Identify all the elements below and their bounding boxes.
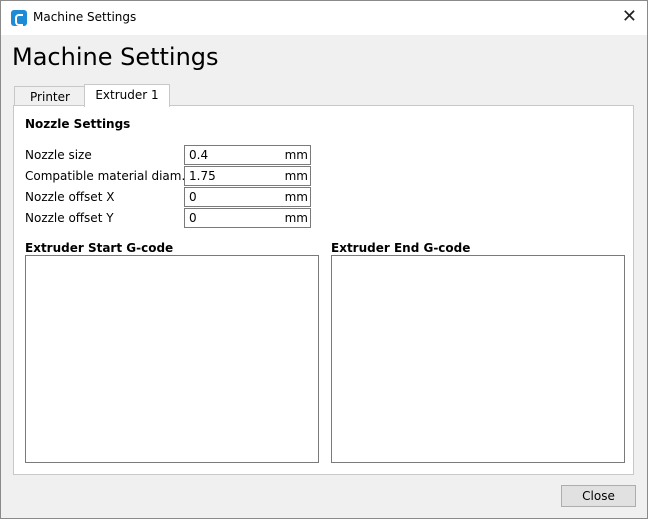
end-gcode-editor[interactable] [331, 255, 625, 463]
page-title: Machine Settings [12, 43, 219, 71]
end-gcode-label: Extruder End G-code [331, 241, 471, 255]
material-diameter-label: Compatible material diam... [25, 169, 193, 183]
material-diameter-unit: mm [284, 169, 308, 183]
title-bar: Machine Settings ✕ [1, 1, 647, 35]
nozzle-offset-y-unit: mm [284, 211, 308, 225]
nozzle-offset-x-label: Nozzle offset X [25, 190, 115, 204]
nozzle-offset-x-unit: mm [284, 190, 308, 204]
start-gcode-editor[interactable] [25, 255, 319, 463]
cura-logo-icon [11, 10, 27, 26]
nozzle-size-field[interactable]: 0.4 mm [184, 145, 311, 165]
material-diameter-value: 1.75 [189, 169, 216, 183]
tab-extruder-1[interactable]: Extruder 1 [84, 84, 170, 107]
nozzle-settings-title: Nozzle Settings [25, 117, 131, 131]
nozzle-offset-x-value: 0 [189, 190, 197, 204]
tab-printer[interactable]: Printer [14, 86, 86, 107]
nozzle-offset-x-field[interactable]: 0 mm [184, 187, 311, 207]
machine-settings-dialog: Machine Settings ✕ Machine Settings Prin… [0, 0, 648, 519]
nozzle-offset-y-label: Nozzle offset Y [25, 211, 114, 225]
nozzle-offset-y-value: 0 [189, 211, 197, 225]
nozzle-offset-y-field[interactable]: 0 mm [184, 208, 311, 228]
nozzle-size-unit: mm [284, 148, 308, 162]
close-button[interactable]: Close [561, 485, 636, 507]
material-diameter-field[interactable]: 1.75 mm [184, 166, 311, 186]
window-title: Machine Settings [33, 10, 137, 24]
nozzle-size-label: Nozzle size [25, 148, 92, 162]
start-gcode-label: Extruder Start G-code [25, 241, 174, 255]
nozzle-size-value: 0.4 [189, 148, 209, 162]
close-icon[interactable]: ✕ [622, 7, 637, 27]
